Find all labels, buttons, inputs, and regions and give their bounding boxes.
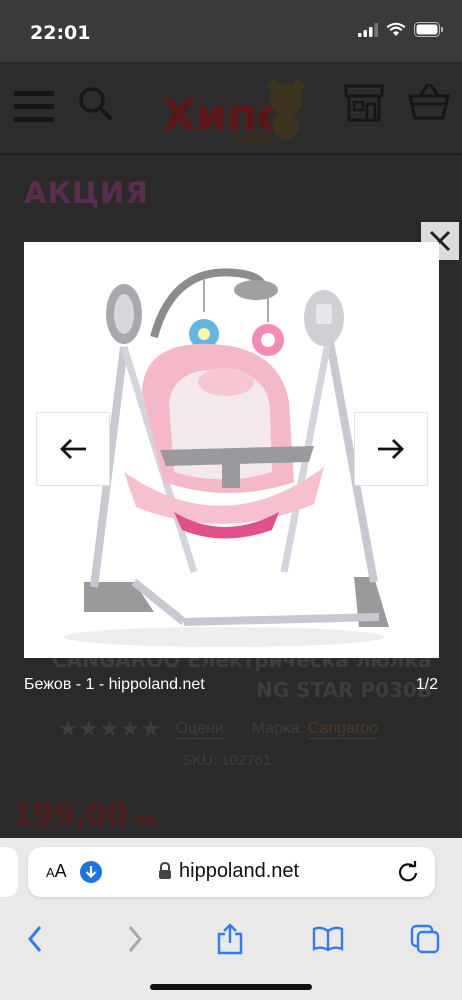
star-icon[interactable]: ★ bbox=[58, 716, 78, 742]
price-value: 199,00 bbox=[12, 798, 128, 833]
star-icon[interactable]: ★ bbox=[120, 716, 140, 742]
previous-tab-preview[interactable] bbox=[0, 847, 18, 897]
site-logo[interactable]: Хипо Land bbox=[158, 70, 308, 146]
tabs-icon bbox=[410, 924, 440, 954]
rating-row: ★ ★ ★ ★ ★ Оцени Марка: Cangaroo bbox=[58, 716, 379, 742]
status-time: 22:01 bbox=[30, 22, 91, 44]
arrow-left-icon bbox=[60, 439, 86, 459]
product-sku: SKU: 102761 bbox=[182, 752, 272, 769]
lock-icon bbox=[159, 862, 171, 879]
brand-label: Марка: bbox=[251, 720, 304, 737]
price-currency: лв. bbox=[133, 810, 162, 829]
battery-icon bbox=[414, 22, 443, 37]
menu-icon[interactable] bbox=[14, 89, 54, 123]
star-icon[interactable]: ★ bbox=[79, 716, 99, 742]
search-icon[interactable] bbox=[78, 86, 114, 122]
svg-text:Land: Land bbox=[236, 131, 272, 146]
lightbox-caption: Бежов - 1 - hippoland.net bbox=[24, 676, 205, 693]
star-icon[interactable]: ★ bbox=[141, 716, 161, 742]
back-icon bbox=[28, 926, 42, 952]
store-icon[interactable] bbox=[344, 82, 384, 122]
status-bar: 22:01 bbox=[0, 0, 462, 62]
aa-small: A bbox=[46, 865, 55, 880]
brand-link[interactable]: Cangaroo bbox=[307, 720, 379, 739]
lightbox-counter: 1/2 bbox=[415, 676, 438, 693]
forward-button[interactable] bbox=[110, 914, 160, 964]
bookmarks-icon bbox=[312, 926, 344, 952]
forward-icon bbox=[128, 926, 142, 952]
status-icons bbox=[358, 22, 444, 37]
reload-icon[interactable] bbox=[397, 861, 419, 883]
site-header: Хипо Land bbox=[0, 62, 462, 154]
back-button[interactable] bbox=[10, 914, 60, 964]
url-text: hippoland.net bbox=[179, 860, 300, 882]
home-indicator bbox=[150, 984, 312, 990]
url-field[interactable]: AA hippoland.net bbox=[28, 847, 435, 897]
share-button[interactable] bbox=[205, 914, 255, 964]
lightbox-prev-button[interactable] bbox=[36, 412, 110, 486]
wifi-icon bbox=[386, 22, 406, 36]
product-title-line2: NG STAR P030B bbox=[256, 678, 433, 702]
star-icon[interactable]: ★ bbox=[99, 716, 119, 742]
browser-address-bar: AA hippoland.net bbox=[0, 838, 462, 906]
tabs-button[interactable] bbox=[400, 914, 450, 964]
basket-icon[interactable] bbox=[408, 82, 450, 122]
product-price: 199,00 лв. bbox=[12, 798, 162, 833]
lightbox-next-button[interactable] bbox=[354, 412, 428, 486]
download-icon[interactable] bbox=[80, 861, 102, 883]
rate-link[interactable]: Оцени bbox=[175, 720, 224, 739]
page-settings-button[interactable]: AA bbox=[46, 861, 67, 882]
signal-icon bbox=[358, 22, 378, 37]
bookmarks-button[interactable] bbox=[303, 914, 353, 964]
aa-large: A bbox=[54, 861, 67, 881]
share-icon bbox=[217, 923, 243, 955]
promo-badge: АКЦИЯ bbox=[24, 176, 149, 210]
arrow-right-icon bbox=[378, 439, 404, 459]
